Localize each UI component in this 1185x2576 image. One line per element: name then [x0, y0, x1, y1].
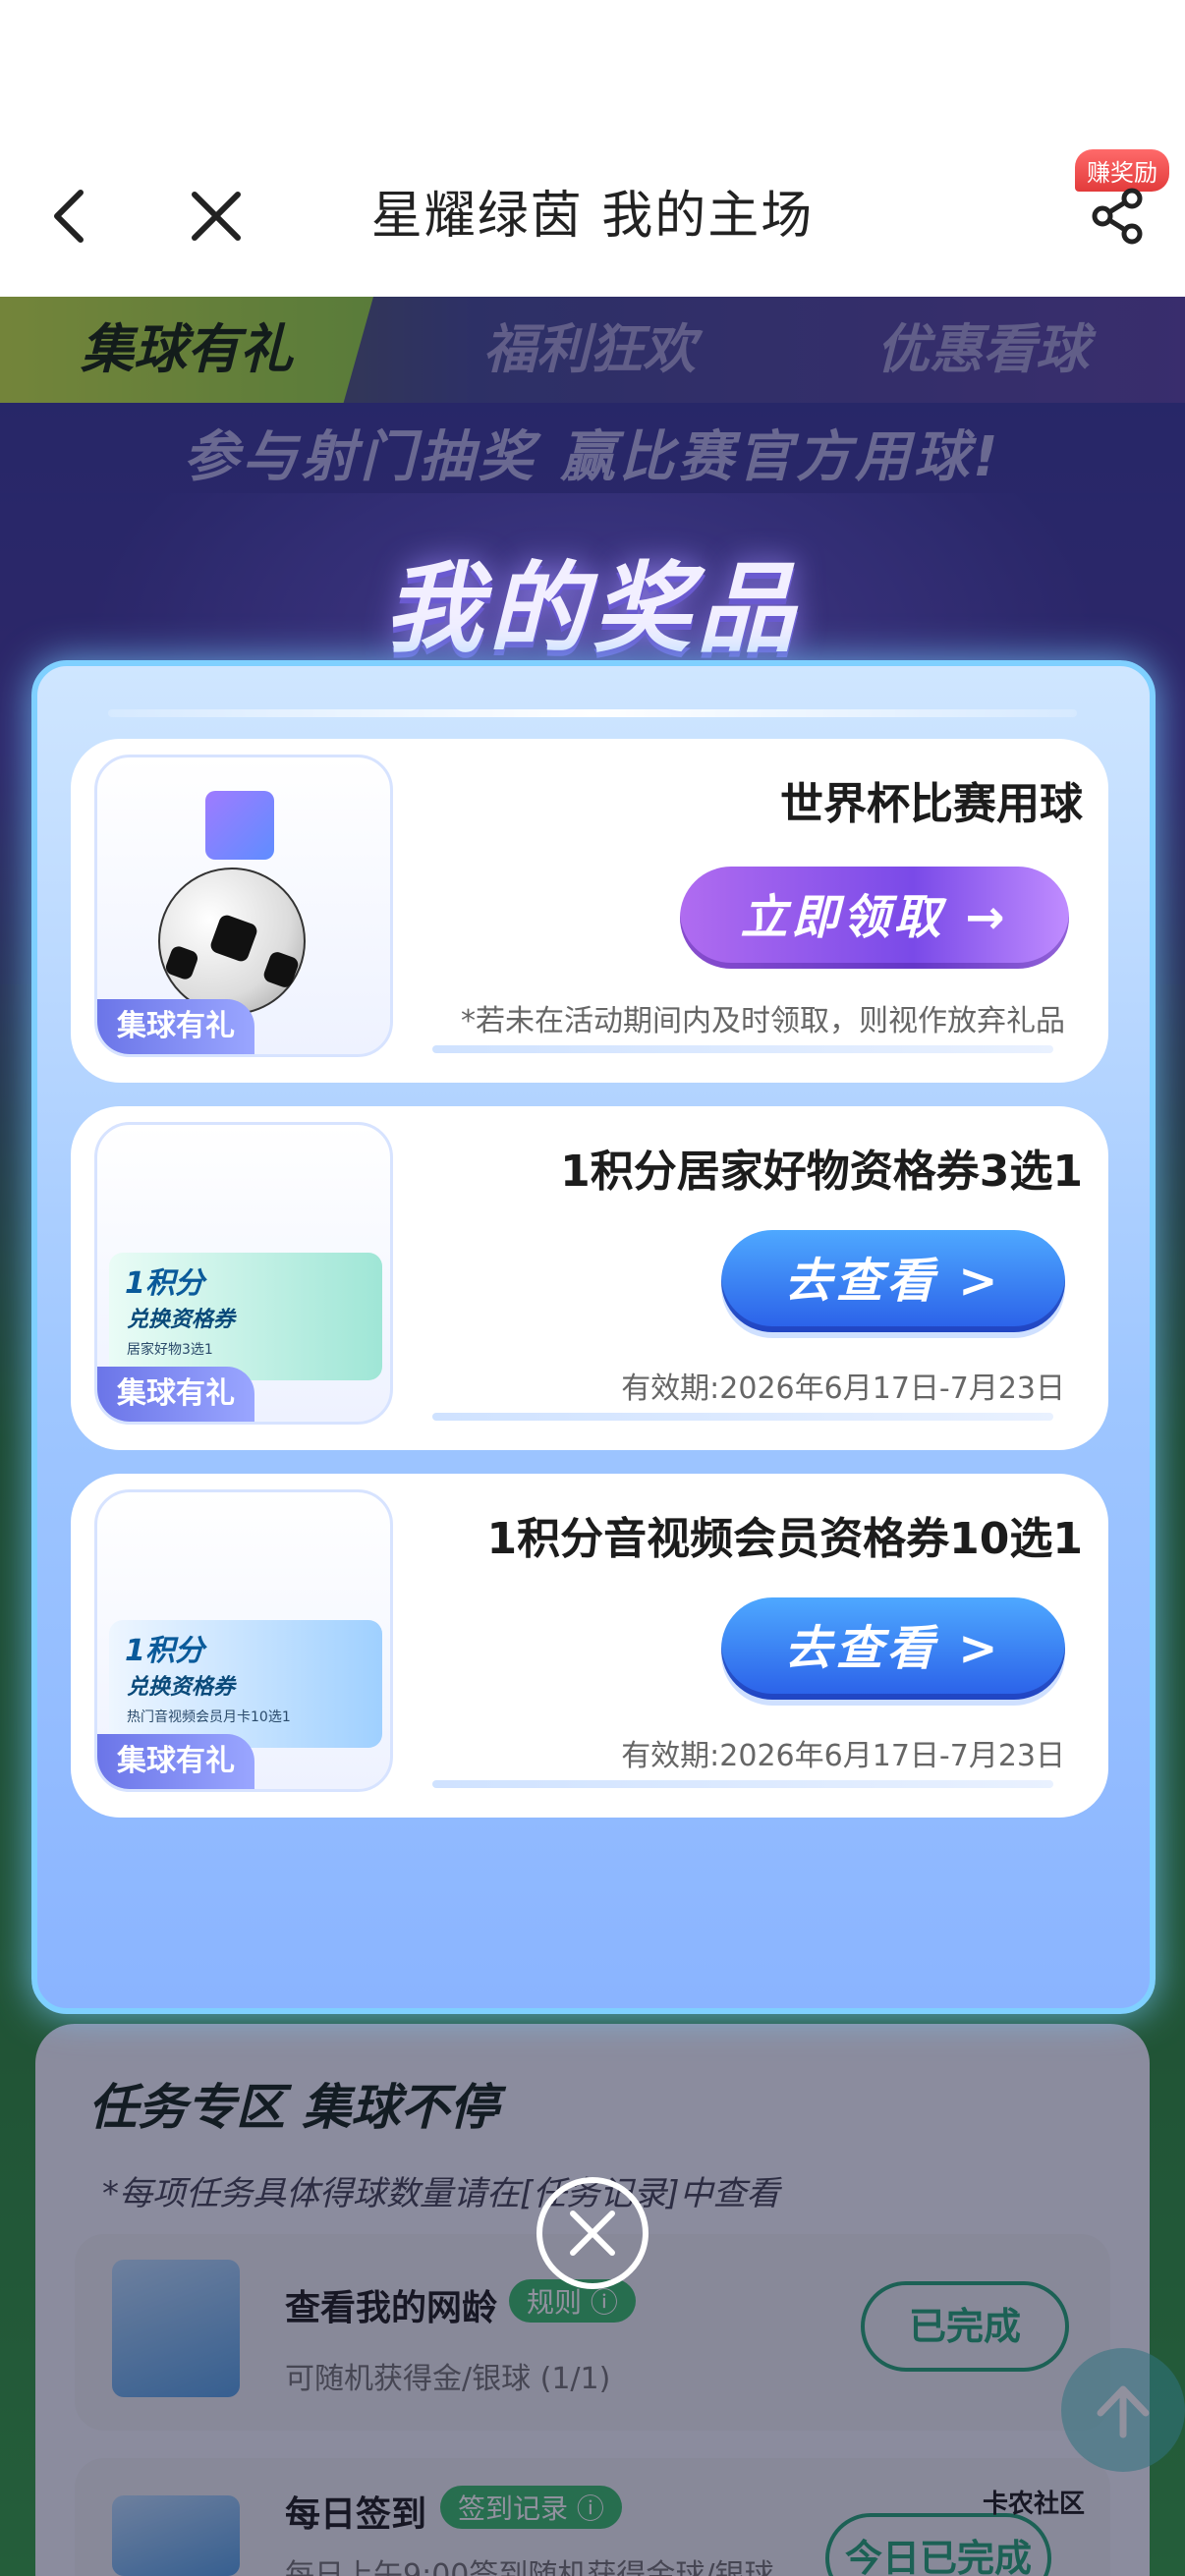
prize-card: 1积分 兑换资格券 热门音视频会员月卡10选1 集球有礼 1积分音视频会员资格券…	[71, 1474, 1108, 1818]
ball-patch	[208, 913, 259, 964]
prize-card: 集球有礼 世界杯比赛用球 立即领取 → *若未在活动期间内及时领取，则视作放弃礼…	[71, 739, 1108, 1083]
validity-text: 有效期:2026年6月17日-7月23日	[621, 1739, 1065, 1773]
prize-divider	[432, 1413, 1053, 1421]
coupon-image: 1积分 兑换资格券 热门音视频会员月卡10选1	[109, 1620, 382, 1748]
coupon-detail: 热门音视频会员月卡10选1	[127, 1709, 291, 1725]
prize-thumbnail: 1积分 兑换资格券 热门音视频会员月卡10选1 集球有礼	[94, 1489, 393, 1792]
prize-name: 1积分居家好物资格券3选1	[560, 1147, 1083, 1197]
modal-close-button[interactable]	[536, 2177, 649, 2289]
ball-patch	[261, 949, 301, 990]
coupon-title: 1积分	[125, 1634, 204, 1668]
prize-divider	[432, 1780, 1053, 1788]
thumb-tag: 集球有礼	[97, 1734, 254, 1789]
prize-card: 1积分 兑换资格券 居家好物3选1 集球有礼 1积分居家好物资格券3选1 去查看…	[71, 1106, 1108, 1450]
status-bar-area	[0, 0, 1185, 138]
prize-thumbnail: 集球有礼	[94, 755, 393, 1057]
coupon-subtitle: 兑换资格券	[127, 1308, 236, 1332]
claim-button[interactable]: 立即领取 →	[680, 867, 1069, 969]
thumb-tag: 集球有礼	[97, 1367, 254, 1422]
share-icon	[1092, 188, 1143, 245]
modal-title: 我的奖品	[384, 551, 801, 666]
prize-note: *若未在活动期间内及时领取，则视作放弃礼品	[461, 1004, 1065, 1038]
ball-patch	[163, 944, 200, 981]
prize-name: 1积分音视频会员资格券10选1	[486, 1514, 1083, 1564]
view-button[interactable]: 去查看 >	[721, 1597, 1065, 1700]
header-bar: 星耀绿茵 我的主场 赚奖励	[0, 138, 1185, 297]
view-button[interactable]: 去查看 >	[721, 1230, 1065, 1332]
coupon-image: 1积分 兑换资格券 居家好物3选1	[109, 1253, 382, 1380]
coupon-subtitle: 兑换资格券	[127, 1675, 236, 1700]
football-image	[158, 868, 306, 1015]
modal-divider	[108, 709, 1077, 717]
validity-text: 有效期:2026年6月17日-7月23日	[621, 1372, 1065, 1406]
prize-divider	[432, 1045, 1053, 1053]
gift-icon	[205, 791, 274, 860]
thumb-tag: 集球有礼	[97, 999, 254, 1054]
coupon-detail: 居家好物3选1	[127, 1342, 213, 1358]
prize-name: 世界杯比赛用球	[780, 779, 1083, 829]
close-icon	[570, 2211, 615, 2256]
page-title: 星耀绿茵 我的主场	[370, 187, 815, 246]
share-button[interactable]	[1079, 177, 1157, 255]
coupon-title: 1积分	[125, 1266, 204, 1301]
prize-thumbnail: 1积分 兑换资格券 居家好物3选1 集球有礼	[94, 1122, 393, 1425]
